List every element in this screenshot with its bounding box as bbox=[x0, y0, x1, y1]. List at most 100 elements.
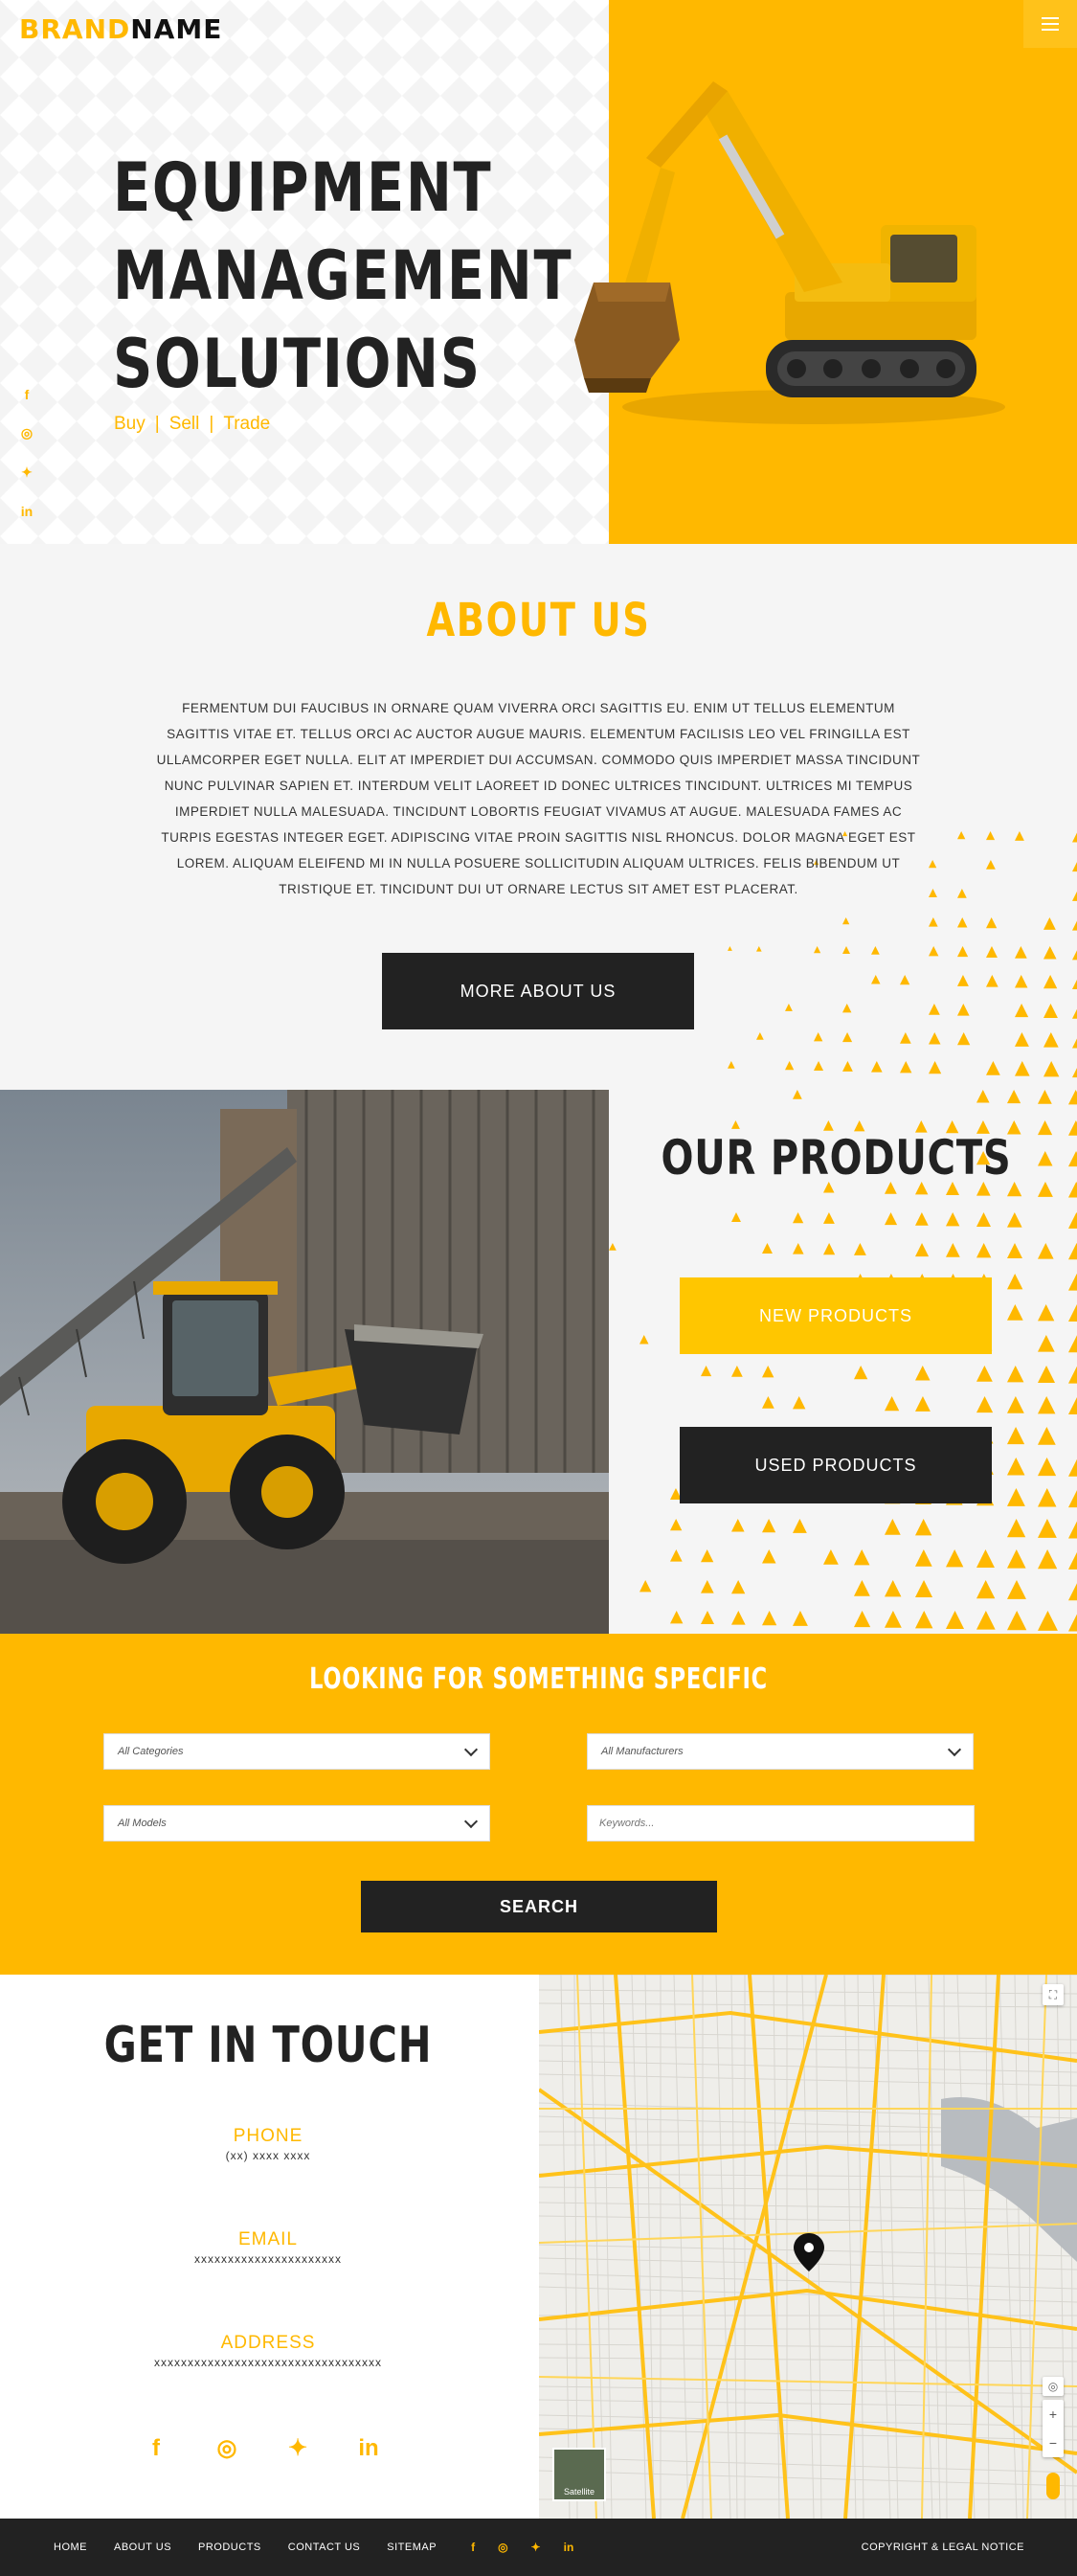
copyright-link[interactable]: COPYRIGHT & LEGAL NOTICE bbox=[862, 2542, 1024, 2553]
brand-logo[interactable]: BRANDNAME bbox=[19, 13, 222, 45]
triangle-decoration bbox=[731, 1366, 743, 1377]
triangle-decoration bbox=[1068, 1151, 1077, 1166]
instagram-icon[interactable]: ◎ bbox=[498, 2541, 507, 2554]
instagram-icon[interactable]: ◎ bbox=[19, 425, 34, 441]
linkedin-icon[interactable]: in bbox=[564, 2541, 574, 2554]
triangle-decoration bbox=[885, 1519, 901, 1535]
street-view-pegman-icon[interactable] bbox=[1046, 2473, 1060, 2499]
twitter-icon[interactable]: ✦ bbox=[285, 2436, 310, 2461]
triangle-decoration bbox=[1007, 1243, 1022, 1258]
triangle-decoration bbox=[976, 1366, 993, 1382]
triangle-decoration bbox=[957, 831, 965, 839]
triangle-decoration bbox=[1072, 917, 1077, 931]
triangle-decoration bbox=[986, 946, 998, 958]
facebook-icon[interactable]: f bbox=[19, 387, 34, 402]
used-products-button[interactable]: USED PRODUCTS bbox=[680, 1427, 992, 1503]
linkedin-icon[interactable]: in bbox=[356, 2436, 381, 2461]
tag-trade[interactable]: Trade bbox=[223, 414, 270, 434]
instagram-icon[interactable]: ◎ bbox=[214, 2436, 239, 2461]
footer-link-sitemap[interactable]: SITEMAP bbox=[387, 2542, 437, 2553]
triangle-decoration bbox=[871, 1061, 883, 1073]
triangle-decoration bbox=[1015, 946, 1027, 959]
models-select[interactable]: All Models bbox=[103, 1805, 490, 1842]
triangle-decoration bbox=[1072, 1061, 1077, 1077]
categories-select[interactable]: All Categories bbox=[103, 1733, 490, 1770]
triangle-decoration bbox=[1038, 1366, 1055, 1383]
triangle-decoration bbox=[1068, 1335, 1077, 1352]
triangle-decoration bbox=[900, 1061, 911, 1073]
twitter-icon[interactable]: ✦ bbox=[19, 464, 34, 481]
footer: HOME ABOUT US PRODUCTS CONTACT US SITEMA… bbox=[0, 2519, 1077, 2576]
triangle-decoration bbox=[1068, 1304, 1077, 1322]
triangle-decoration bbox=[1068, 1611, 1077, 1632]
fullscreen-icon[interactable]: ⛶ bbox=[1043, 1984, 1064, 2005]
triangle-decoration bbox=[986, 917, 997, 928]
phone-value[interactable]: (xx) xxxx xxxx bbox=[0, 2149, 536, 2162]
triangle-decoration bbox=[670, 1549, 683, 1562]
triangle-decoration bbox=[854, 1366, 867, 1379]
triangle-decoration bbox=[731, 1212, 741, 1222]
zoom-in-icon[interactable]: + bbox=[1049, 2407, 1057, 2422]
triangle-decoration bbox=[785, 1004, 793, 1011]
triangle-decoration bbox=[929, 889, 937, 897]
footer-link-contact[interactable]: CONTACT US bbox=[288, 2542, 361, 2553]
triangle-decoration bbox=[1043, 1061, 1059, 1076]
triangle-decoration bbox=[1043, 946, 1057, 960]
footer-link-about[interactable]: ABOUT US bbox=[114, 2542, 171, 2553]
hero-social-links: f ◎ ✦ in bbox=[19, 387, 34, 519]
contact-heading: GET IN TOUCH bbox=[54, 2017, 482, 2074]
triangle-decoration bbox=[1007, 1580, 1026, 1599]
search-button[interactable]: SEARCH bbox=[361, 1881, 717, 1932]
linkedin-icon[interactable]: in bbox=[19, 504, 34, 519]
menu-line-icon bbox=[1042, 17, 1059, 19]
triangle-decoration bbox=[1038, 1396, 1055, 1413]
footer-social-links: f ◎ ✦ in bbox=[471, 2541, 573, 2554]
more-about-us-button[interactable]: MORE ABOUT US bbox=[382, 953, 694, 1029]
facebook-icon[interactable]: f bbox=[144, 2436, 168, 2461]
triangle-decoration bbox=[701, 1611, 714, 1624]
chevron-down-icon bbox=[464, 1814, 478, 1827]
keywords-input[interactable] bbox=[587, 1805, 975, 1842]
triangle-decoration bbox=[915, 1366, 931, 1381]
triangle-decoration bbox=[1043, 1004, 1058, 1018]
phone-block: PHONE (xx) xxxx xxxx bbox=[0, 2126, 536, 2162]
triangle-decoration bbox=[1007, 1549, 1026, 1569]
locate-icon[interactable]: ◎ bbox=[1043, 2377, 1064, 2396]
brand-part2: NAME bbox=[130, 13, 222, 45]
facebook-icon[interactable]: f bbox=[471, 2541, 475, 2554]
triangle-decoration bbox=[1072, 889, 1077, 901]
triangle-decoration bbox=[957, 1004, 970, 1016]
triangle-decoration bbox=[915, 1396, 931, 1412]
tag-buy[interactable]: Buy bbox=[114, 414, 146, 434]
triangle-decoration bbox=[1007, 1488, 1025, 1506]
triangle-decoration bbox=[1007, 1212, 1022, 1228]
satellite-label: Satellite bbox=[564, 2487, 595, 2497]
footer-link-products[interactable]: PRODUCTS bbox=[198, 2542, 261, 2553]
triangle-decoration bbox=[1068, 1212, 1077, 1229]
triangle-decoration bbox=[814, 1061, 823, 1071]
triangle-decoration bbox=[1038, 1519, 1057, 1538]
zoom-out-icon[interactable]: − bbox=[1049, 2435, 1057, 2451]
triangle-decoration bbox=[1015, 1004, 1028, 1017]
footer-nav: HOME ABOUT US PRODUCTS CONTACT US SITEMA… bbox=[54, 2542, 437, 2553]
email-value[interactable]: xxxxxxxxxxxxxxxxxxxxxx bbox=[0, 2252, 536, 2266]
triangle-decoration bbox=[842, 1004, 851, 1012]
triangle-decoration bbox=[1007, 1274, 1022, 1289]
hamburger-menu-button[interactable] bbox=[1023, 0, 1077, 48]
satellite-toggle[interactable]: Satellite bbox=[552, 2448, 606, 2501]
new-products-button[interactable]: NEW PRODUCTS bbox=[680, 1277, 992, 1354]
manufacturers-select[interactable]: All Manufacturers bbox=[587, 1733, 974, 1770]
triangle-decoration bbox=[1038, 1549, 1057, 1569]
footer-link-home[interactable]: HOME bbox=[54, 2542, 87, 2553]
triangle-decoration bbox=[946, 1549, 963, 1567]
location-map[interactable]: Satellite + − ◎ ⛶ bbox=[539, 1975, 1077, 2519]
triangle-decoration bbox=[1038, 1304, 1054, 1321]
triangle-decoration bbox=[871, 975, 881, 984]
triangle-decoration bbox=[609, 1243, 617, 1251]
tag-sell[interactable]: Sell bbox=[169, 414, 200, 434]
triangle-decoration bbox=[1072, 860, 1077, 871]
triangle-decoration bbox=[823, 1212, 835, 1224]
triangle-decoration bbox=[915, 1580, 932, 1597]
twitter-icon[interactable]: ✦ bbox=[531, 2541, 541, 2554]
chevron-down-icon bbox=[948, 1742, 961, 1755]
